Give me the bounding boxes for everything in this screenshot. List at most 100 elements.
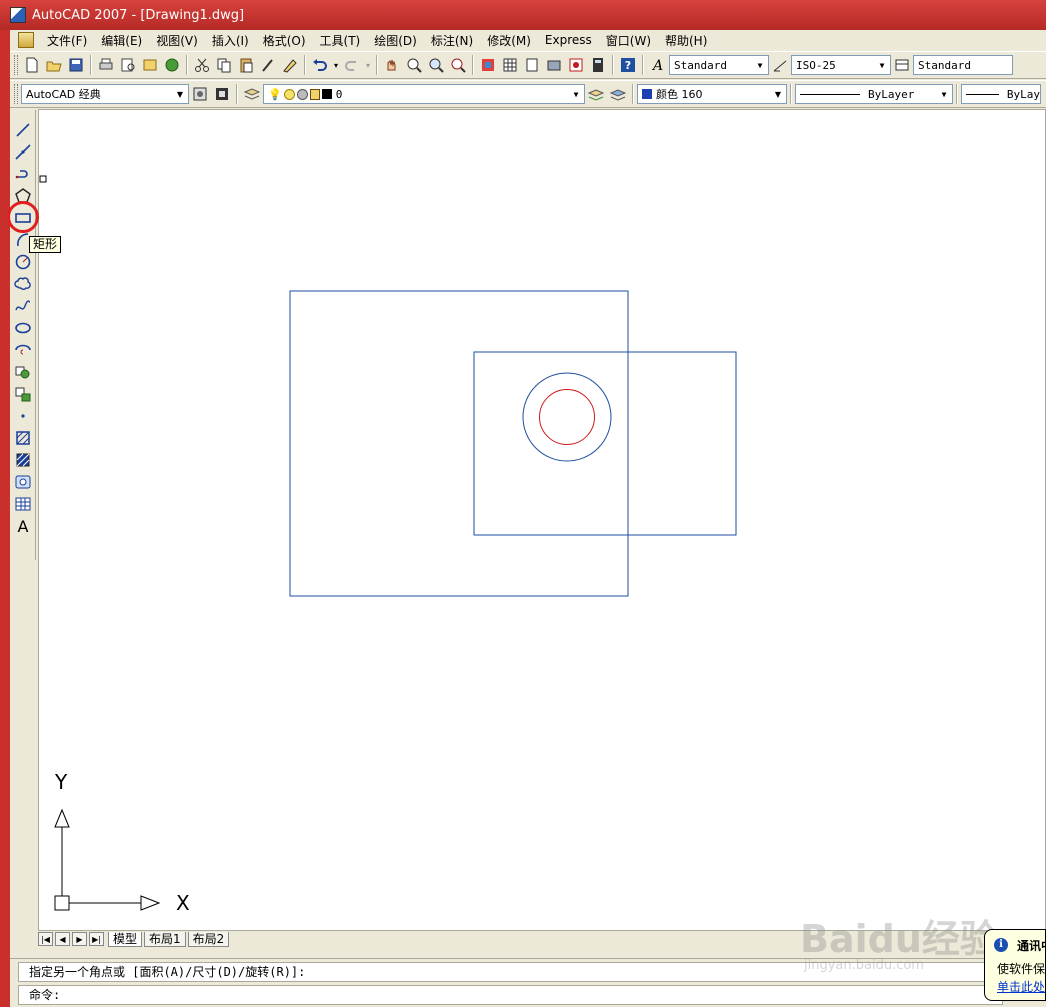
construction-line-icon[interactable]	[12, 142, 34, 162]
menu-express[interactable]: Express	[538, 33, 599, 47]
command-input[interactable]: 命令:	[18, 985, 1003, 1005]
table-icon[interactable]	[12, 494, 34, 514]
table-style-icon[interactable]	[891, 54, 913, 76]
inner-circle[interactable]	[539, 389, 595, 445]
properties-icon[interactable]	[477, 54, 499, 76]
cut-icon[interactable]	[191, 54, 213, 76]
undo-icon[interactable]	[309, 54, 331, 76]
tool-palettes-icon[interactable]	[521, 54, 543, 76]
linetype-value: ByLayer	[868, 87, 915, 101]
balloon-link[interactable]: 单击此处	[997, 978, 1045, 995]
ellipse-arc-icon[interactable]	[12, 340, 34, 360]
small-rectangle[interactable]	[473, 351, 737, 536]
redo-icon[interactable]	[341, 54, 363, 76]
menu-insert[interactable]: 插入(I)	[205, 32, 256, 49]
text-style-select[interactable]: Standard ▼	[669, 55, 769, 75]
markup-set-icon[interactable]	[565, 54, 587, 76]
color-select[interactable]: 颜色 160 ▼	[637, 84, 787, 104]
table-style-select[interactable]: Standard	[913, 55, 1013, 75]
open-file-icon[interactable]	[43, 54, 65, 76]
first-tab-icon[interactable]: |◀	[38, 932, 53, 946]
menu-dimension[interactable]: 标注(N)	[424, 32, 480, 49]
menu-help[interactable]: 帮助(H)	[658, 32, 714, 49]
insert-block-icon[interactable]	[12, 362, 34, 382]
workspace-save-icon[interactable]	[211, 83, 233, 105]
chevron-down-icon: ▼	[573, 89, 579, 99]
multiline-text-icon[interactable]: A	[12, 516, 34, 536]
match-properties-icon[interactable]	[257, 54, 279, 76]
sheet-set-icon[interactable]	[543, 54, 565, 76]
circle-icon[interactable]	[12, 252, 34, 272]
next-tab-icon[interactable]: ▶	[72, 932, 87, 946]
cursor-grip-icon	[39, 175, 47, 183]
plot-preview-icon[interactable]	[117, 54, 139, 76]
ellipse-icon[interactable]	[12, 318, 34, 338]
workspace-settings-icon[interactable]	[189, 83, 211, 105]
line-icon[interactable]	[12, 120, 34, 140]
hatch-icon[interactable]	[12, 428, 34, 448]
notification-balloon[interactable]: i 通讯中 使软件保 单击此处	[984, 929, 1046, 1001]
help-icon[interactable]: ?	[617, 54, 639, 76]
menu-tools[interactable]: 工具(T)	[313, 32, 368, 49]
text-style-icon[interactable]: A	[647, 54, 669, 76]
revision-cloud-icon[interactable]	[12, 274, 34, 294]
redo-dropdown-icon[interactable]: ▾	[363, 54, 373, 76]
menu-modify[interactable]: 修改(M)	[480, 32, 538, 49]
spline-icon[interactable]	[12, 296, 34, 316]
layer-select[interactable]: 💡 0 ▼	[263, 84, 585, 104]
linetype-select[interactable]: ByLayer ▼	[795, 84, 953, 104]
previous-tab-icon[interactable]: ◀	[55, 932, 70, 946]
zoom-previous-icon[interactable]	[447, 54, 469, 76]
zoom-realtime-icon[interactable]	[403, 54, 425, 76]
chevron-down-icon: ▼	[774, 89, 782, 99]
lineweight-select[interactable]: ByLay	[961, 84, 1041, 104]
dim-style-icon[interactable]	[769, 54, 791, 76]
outer-circle[interactable]	[522, 372, 612, 462]
menu-window[interactable]: 窗口(W)	[599, 32, 658, 49]
autocad-app-icon[interactable]	[10, 7, 26, 23]
toolbar-grip[interactable]	[14, 84, 18, 104]
menu-file[interactable]: 文件(F)	[40, 32, 94, 49]
quick-calc-icon[interactable]	[587, 54, 609, 76]
region-icon[interactable]	[12, 472, 34, 492]
publish-icon[interactable]	[139, 54, 161, 76]
workspace-select[interactable]: AutoCAD 经典 ▼	[21, 84, 189, 104]
menu-format[interactable]: 格式(O)	[256, 32, 313, 49]
dim-style-value: ISO-25	[796, 58, 836, 72]
ucs-x-label: X	[176, 891, 190, 915]
menu-draw[interactable]: 绘图(D)	[367, 32, 424, 49]
workspace-value: AutoCAD 经典	[26, 88, 101, 101]
new-file-icon[interactable]	[21, 54, 43, 76]
large-rectangle[interactable]	[289, 290, 629, 597]
block-editor-icon[interactable]	[279, 54, 301, 76]
zoom-window-icon[interactable]	[425, 54, 447, 76]
linetype-sample	[800, 93, 860, 95]
layer-previous-icon[interactable]	[607, 83, 629, 105]
document-icon[interactable]	[18, 32, 34, 48]
last-tab-icon[interactable]: ▶|	[89, 932, 104, 946]
menu-edit[interactable]: 编辑(E)	[94, 32, 149, 49]
gradient-icon[interactable]	[12, 450, 34, 470]
undo-dropdown-icon[interactable]: ▾	[331, 54, 341, 76]
make-object-layer-current-icon[interactable]	[585, 83, 607, 105]
tab-layout2[interactable]: 布局2	[187, 931, 230, 947]
plot-icon[interactable]	[95, 54, 117, 76]
drawing-area[interactable]: Y X	[38, 109, 1046, 931]
design-center-icon[interactable]	[499, 54, 521, 76]
draw-toolbar: A	[10, 110, 36, 560]
menu-view[interactable]: 视图(V)	[149, 32, 205, 49]
polyline-icon[interactable]	[12, 164, 34, 184]
make-block-icon[interactable]	[12, 384, 34, 404]
paste-icon[interactable]	[235, 54, 257, 76]
toolbar-grip[interactable]	[14, 55, 18, 75]
point-icon[interactable]	[12, 406, 34, 426]
tab-model[interactable]: 模型	[108, 931, 143, 947]
dim-style-select[interactable]: ISO-25 ▼	[791, 55, 891, 75]
layer-manager-icon[interactable]	[241, 83, 263, 105]
copy-icon[interactable]	[213, 54, 235, 76]
layer-on-icon: 💡	[268, 87, 282, 101]
tab-layout1[interactable]: 布局1	[144, 931, 186, 947]
save-icon[interactable]	[65, 54, 87, 76]
3d-dwf-icon[interactable]	[161, 54, 183, 76]
pan-icon[interactable]	[381, 54, 403, 76]
